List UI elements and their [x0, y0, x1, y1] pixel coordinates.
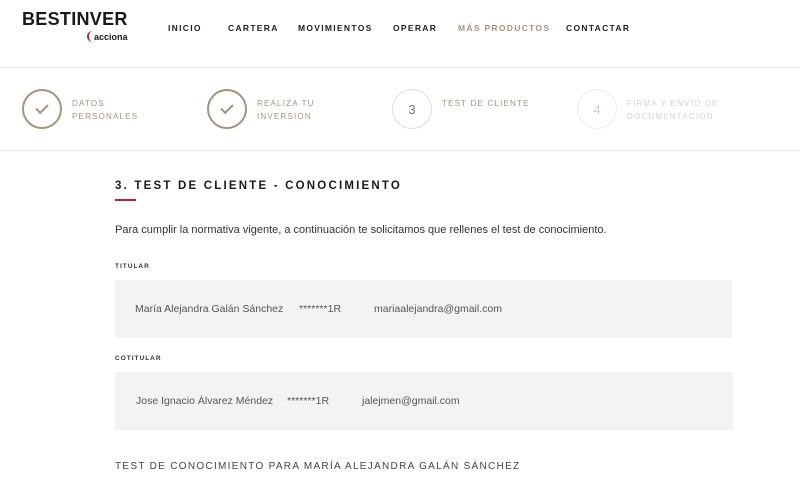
logo-subtext: acciona — [94, 32, 128, 42]
nav-item-cartera[interactable]: CARTERA — [228, 23, 279, 33]
step-circle — [22, 89, 62, 129]
step-label: TEST DE CLIENTE — [442, 99, 530, 108]
logo-text: BESTINVER — [22, 9, 128, 29]
step-label: REALIZA TU INVERSIÓN — [257, 99, 315, 121]
cotitular-label: COTITULAR — [115, 355, 162, 362]
titular-name: María Alejandra Galán Sánchez — [135, 303, 284, 315]
acciona-logo: acciona — [87, 31, 128, 42]
progress-stepper: DATOS PERSONALES REALIZA TU INVERSIÓN 3 … — [0, 69, 800, 151]
titular-panel: María Alejandra Galán Sánchez *******1R … — [115, 280, 732, 338]
step-label: DATOS PERSONALES — [72, 99, 139, 121]
nav-item-movimientos[interactable]: MOVIMIENTOS — [298, 23, 373, 33]
title-underline — [115, 199, 136, 201]
cotitular-id: *******1R — [287, 395, 330, 407]
top-header: BESTINVER acciona INICIO CARTERA MOVIMIE… — [0, 0, 800, 68]
step-number: 3 — [408, 101, 416, 117]
intro-text: Para cumplir la normativa vigente, a con… — [115, 224, 607, 236]
step-label: FIRMA Y ENVÍO DE DOCUMENTACIÓN — [627, 99, 719, 121]
nav-item-operar[interactable]: OPERAR — [393, 23, 437, 33]
bestinver-logo[interactable]: BESTINVER acciona — [22, 9, 137, 49]
acciona-mark-icon — [87, 31, 93, 42]
step-circle — [207, 89, 247, 129]
step-number: 4 — [593, 101, 601, 117]
test-heading: TEST DE CONOCIMIENTO PARA MARÍA ALEJANDR… — [115, 461, 521, 472]
titular-email: mariaalejandra@gmail.com — [374, 303, 502, 315]
cotitular-email: jalejmen@gmail.com — [362, 395, 460, 407]
check-icon — [35, 100, 49, 114]
titular-id: *******1R — [299, 303, 342, 315]
step-circle: 3 — [392, 89, 432, 129]
nav-item-mas-productos[interactable]: MÁS PRODUCTOS — [458, 23, 550, 33]
page-title: 3. TEST DE CLIENTE - CONOCIMIENTO — [115, 180, 403, 192]
cotitular-name: Jose Ignacio Álvarez Méndez — [136, 395, 274, 407]
cotitular-panel: Jose Ignacio Álvarez Méndez *******1R ja… — [115, 372, 733, 430]
nav-item-contactar[interactable]: CONTACTAR — [566, 23, 630, 33]
titular-label: TITULAR — [115, 263, 150, 270]
nav-item-inicio[interactable]: INICIO — [168, 23, 202, 33]
step-circle: 4 — [577, 89, 617, 129]
check-icon — [220, 100, 234, 114]
